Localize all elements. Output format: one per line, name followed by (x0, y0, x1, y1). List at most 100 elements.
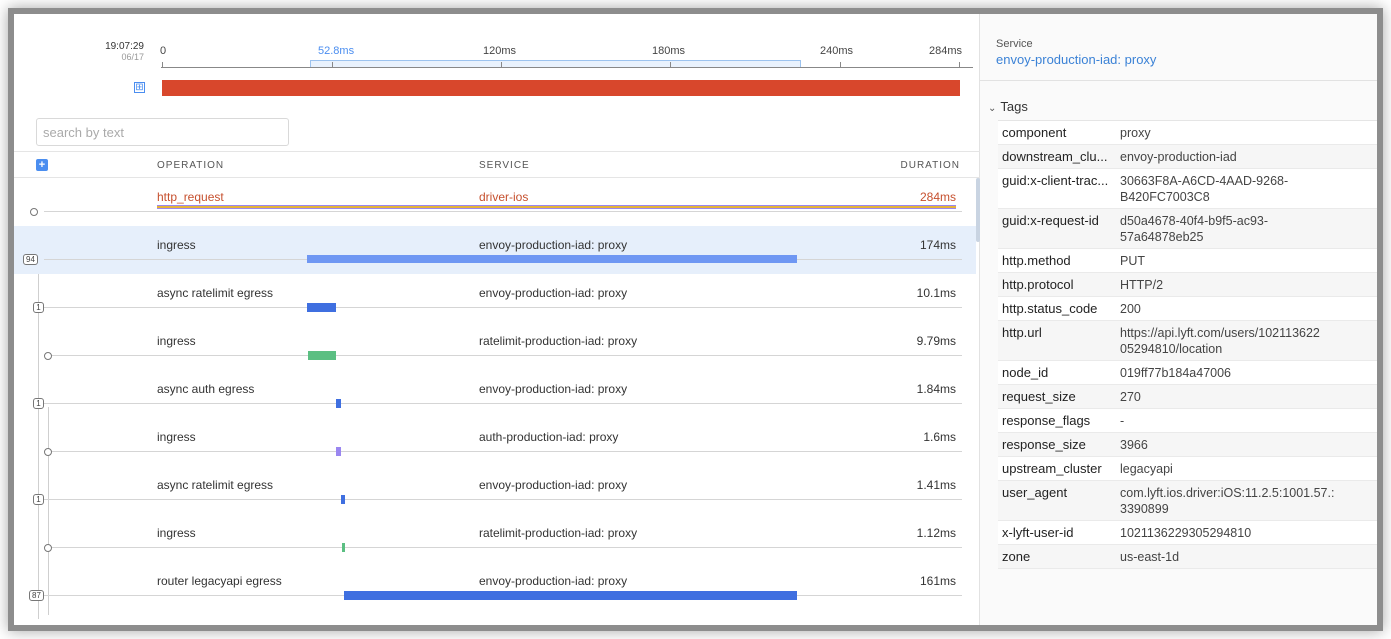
tick-label: 284ms (929, 45, 963, 57)
span-duration-bar (344, 591, 797, 600)
tags-table: component proxy downstream_clu... envoy-pr… (998, 120, 1377, 569)
child-count-badge[interactable]: 94 (23, 254, 38, 265)
span-duration-bar (341, 495, 345, 504)
operation-column-header: OPERATION (157, 160, 225, 171)
tag-value: us-east-1d (1120, 550, 1180, 564)
child-count-badge[interactable]: 87 (29, 590, 44, 601)
tag-row: http.protocol HTTP/2 (998, 273, 1377, 297)
tag-key: user_agent (1002, 485, 1068, 500)
tick-label: 0 (160, 45, 167, 57)
span-row-baseline (44, 211, 962, 212)
trace-minimap-bar[interactable] (162, 80, 960, 96)
leaf-node-icon (44, 448, 52, 456)
span-row-baseline (44, 451, 962, 452)
tag-key: response_size (1002, 437, 1086, 452)
span-duration-bar (307, 255, 797, 263)
trace-view-window: 19:07:29 06/17 0 52.8ms 120ms 180ms 240m… (14, 14, 1377, 625)
tag-row: http.url https://api.lyft.com/users/10211… (998, 321, 1377, 361)
tag-key: x-lyft-user-id (1002, 525, 1074, 540)
expand-minimap-icon[interactable]: ⊞ (134, 82, 145, 93)
span-service: envoy-production-iad: proxy (479, 238, 628, 252)
tick-mark (670, 62, 671, 68)
child-count-badge[interactable]: 1 (33, 494, 44, 505)
tag-key: http.method (1002, 253, 1071, 268)
leaf-node-icon (44, 352, 52, 360)
span-row[interactable]: 87 router legacyapi egress envoy-product… (14, 562, 976, 610)
span-row[interactable]: 94 ingress envoy-production-iad: proxy 1… (14, 226, 976, 274)
tag-value: 1021136229305294810 (1120, 526, 1252, 540)
span-row-baseline (44, 547, 962, 548)
tag-row: zone us-east-1d (998, 545, 1377, 569)
span-row-baseline (44, 307, 962, 308)
tick-mark (959, 62, 960, 68)
span-operation: ingress (157, 238, 196, 252)
tag-row: http.status_code 200 (998, 297, 1377, 321)
tag-key: guid:x-client-trac... (1002, 173, 1109, 188)
span-row-baseline (44, 499, 962, 500)
child-count-badge[interactable]: 1 (33, 302, 44, 313)
span-row[interactable]: ingress ratelimit-production-iad: proxy … (14, 514, 976, 562)
service-label: Service (996, 38, 1033, 50)
span-row[interactable]: http_request driver-ios 284ms (14, 178, 976, 226)
tag-row: upstream_cluster legacyapi (998, 457, 1377, 481)
tag-value: 019ff77b184a47006 (1120, 366, 1231, 380)
tick-label: 180ms (652, 45, 686, 57)
expand-all-icon[interactable]: + (36, 159, 48, 171)
service-column-header: SERVICE (479, 160, 530, 171)
tags-section-toggle[interactable]: ⌄ Tags (988, 99, 1028, 114)
span-row[interactable]: 1 async auth egress envoy-production-iad… (14, 370, 976, 418)
search-input[interactable] (36, 118, 289, 146)
tick-mark (501, 62, 502, 68)
span-operation: router legacyapi egress (157, 574, 282, 588)
span-service: driver-ios (479, 190, 529, 204)
detail-divider (980, 80, 1377, 81)
tag-value: proxy (1120, 126, 1151, 140)
tag-row: component proxy (998, 121, 1377, 145)
tag-row: x-lyft-user-id 1021136229305294810 (998, 521, 1377, 545)
tag-key: upstream_cluster (1002, 461, 1102, 476)
span-duration: 174ms (919, 238, 956, 252)
span-duration: 284ms (919, 190, 956, 204)
span-service: ratelimit-production-iad: proxy (479, 334, 638, 348)
span-duration-bar (336, 447, 341, 456)
trace-start-date: 06/17 (121, 52, 144, 62)
tag-row: guid:x-client-trac... 30663F8A-A6CD-4AAD-… (998, 169, 1377, 209)
time-ruler[interactable]: 19:07:29 06/17 0 52.8ms 120ms 180ms 240m… (14, 14, 980, 70)
tag-key: http.protocol (1002, 277, 1074, 292)
span-service: envoy-production-iad: proxy (479, 478, 628, 492)
span-operation: async auth egress (157, 382, 255, 396)
span-duration-bar (307, 303, 336, 312)
span-row[interactable]: 1 async ratelimit egress envoy-productio… (14, 466, 976, 514)
span-operation: http_request (157, 190, 224, 204)
span-service: envoy-production-iad: proxy (479, 286, 628, 300)
tag-value: 270 (1120, 390, 1141, 404)
tag-row: http.method PUT (998, 249, 1377, 273)
tag-row: guid:x-request-id d50a4678-40f4-b9f5-ac93… (998, 209, 1377, 249)
span-row-baseline (44, 403, 962, 404)
tag-key: component (1002, 125, 1067, 140)
tick-mark (162, 62, 163, 68)
span-operation: ingress (157, 526, 196, 540)
tick-label: 120ms (483, 45, 517, 57)
span-operation: async ratelimit egress (157, 478, 274, 492)
span-duration: 1.84ms (916, 382, 956, 396)
tag-key: zone (1002, 549, 1031, 564)
span-list: http_request driver-ios 284ms 94 ingress… (14, 178, 976, 625)
tag-row: request_size 270 (998, 385, 1377, 409)
tag-value: https://api.lyft.com/users/102113622 052… (1120, 326, 1320, 356)
span-duration: 10.1ms (916, 286, 956, 300)
span-row[interactable]: ingress auth-production-iad: proxy 1.6ms (14, 418, 976, 466)
span-duration-bar (157, 205, 956, 209)
tag-row: node_id 019ff77b184a47006 (998, 361, 1377, 385)
tag-value: com.lyft.ios.driver:iOS:11.2.5:1001.57.:… (1120, 486, 1335, 516)
tag-key: http.status_code (1002, 301, 1098, 316)
trace-start-time: 19:07:29 (105, 41, 144, 52)
span-row[interactable]: 1 async ratelimit egress envoy-productio… (14, 274, 976, 322)
tags-section-label: Tags (1000, 99, 1028, 114)
time-axis-line (161, 67, 973, 68)
tag-key: request_size (1002, 389, 1076, 404)
span-row[interactable]: ingress ratelimit-production-iad: proxy … (14, 322, 976, 370)
tag-value: d50a4678-40f4-b9f5-ac93- 57a64878eb25 (1120, 214, 1269, 244)
child-count-badge[interactable]: 1 (33, 398, 44, 409)
span-duration-bar (308, 351, 336, 360)
